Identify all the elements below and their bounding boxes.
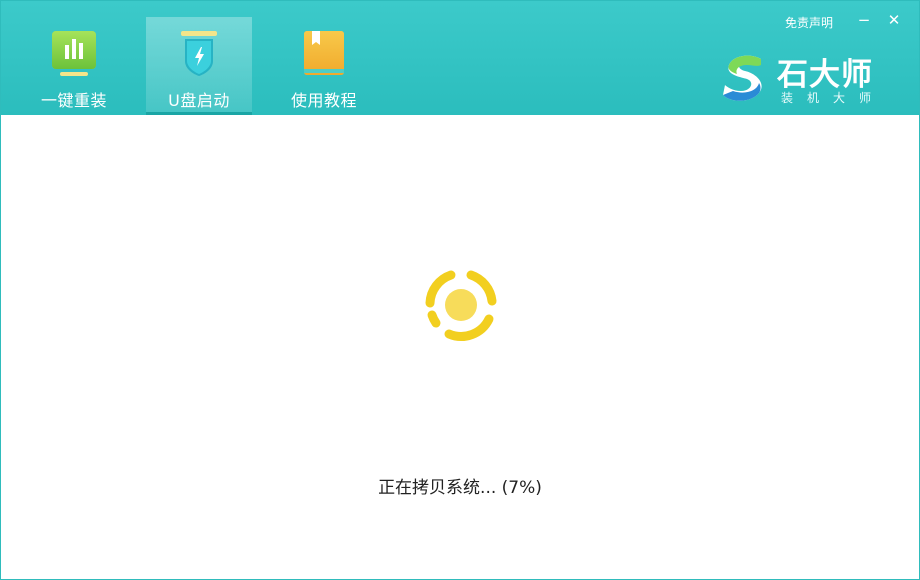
header-bar: 一键重装 U盘启动 使用教程 免责声明 − ✕ 石大师 装机大师 xyxy=(1,1,919,115)
minimize-button[interactable]: − xyxy=(853,9,875,31)
chart-icon xyxy=(52,31,96,76)
main-content: 正在拷贝系统... (7%) xyxy=(1,115,919,579)
logo-subtitle: 装机大师 xyxy=(781,91,886,105)
book-icon xyxy=(304,31,344,75)
logo-mark-icon xyxy=(723,55,762,101)
brand-logo: 石大师 装机大师 xyxy=(721,49,891,109)
copy-status-text: 正在拷贝系统... (7%) xyxy=(378,478,542,498)
disclaimer-link[interactable]: 免责声明 xyxy=(785,14,833,31)
tab-label: 使用教程 xyxy=(290,91,357,110)
close-button[interactable]: ✕ xyxy=(883,9,905,31)
logo-name: 石大师 xyxy=(777,57,873,93)
tab-label: 一键重装 xyxy=(40,91,107,110)
usb-shield-icon xyxy=(181,31,217,76)
tab-usb-boot[interactable]: U盘启动 xyxy=(146,17,252,115)
loading-spinner-icon xyxy=(425,270,497,341)
tab-one-click-reinstall[interactable]: 一键重装 xyxy=(21,17,127,115)
tab-label: U盘启动 xyxy=(168,91,230,110)
installer-window: 一键重装 U盘启动 使用教程 免责声明 − ✕ 石大师 装机大师 正在拷贝系统.… xyxy=(0,0,920,580)
tab-tutorial[interactable]: 使用教程 xyxy=(271,17,377,115)
